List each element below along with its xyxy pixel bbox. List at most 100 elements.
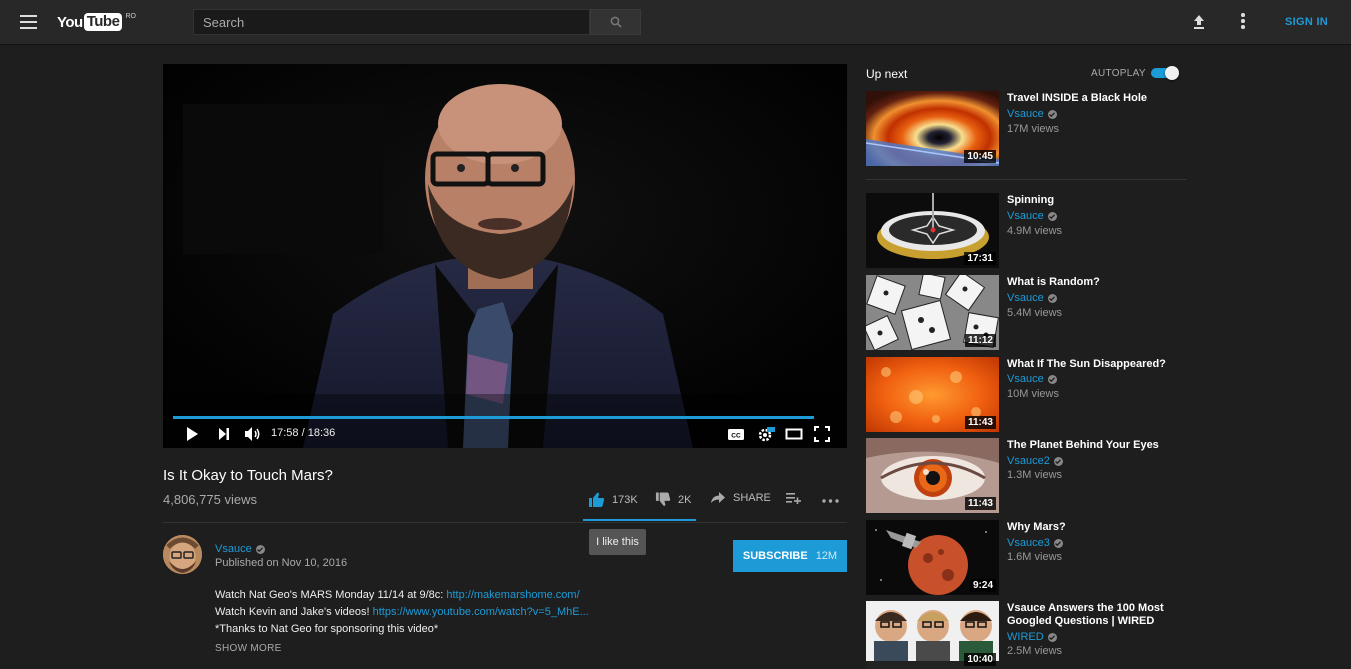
video-duration: 18:36	[307, 427, 336, 439]
channel-name: Vsauce	[215, 543, 252, 555]
recommended-views: 17M views	[1007, 123, 1059, 135]
search-input[interactable]: Search	[193, 9, 590, 35]
more-actions-icon[interactable]	[822, 499, 839, 503]
recommended-video[interactable]: 9:24 Why Mars? Vsauce3 1.6M views	[866, 520, 1187, 596]
up-next-heading: Up next	[866, 67, 908, 81]
recommended-channel[interactable]: Vsauce3	[1007, 537, 1063, 549]
thumbs-up-icon	[589, 492, 605, 507]
like-tooltip: I like this	[589, 529, 646, 555]
playlist-add-icon	[786, 493, 801, 504]
like-count: 173K	[612, 493, 638, 506]
video-frame	[163, 64, 847, 448]
video-player[interactable]: 17:58 / 18:36 CC	[163, 64, 847, 448]
recommended-views: 5.4M views	[1007, 307, 1063, 319]
description-link-2[interactable]: https://www.youtube.com/watch?v=5_MhE...	[373, 606, 589, 618]
video-duration-badge: 10:40	[964, 653, 996, 666]
recommended-title[interactable]: Travel INSIDE a Black Hole	[1007, 92, 1187, 105]
channel-name-link[interactable]: Vsauce	[215, 543, 265, 555]
description-line-1: Watch Nat Geo's MARS Monday 11/14 at 9/8…	[215, 589, 580, 601]
video-thumbnail[interactable]: 11:43	[866, 357, 999, 432]
volume-icon[interactable]	[244, 426, 262, 442]
show-more-button[interactable]: SHOW MORE	[215, 643, 282, 654]
recommended-video[interactable]: 17:31 Spinning Vsauce 4.9M views	[866, 193, 1187, 269]
captions-icon[interactable]: CC	[727, 426, 745, 442]
description-line-2: Watch Kevin and Jake's videos! https://w…	[215, 606, 589, 618]
guide-menu-icon[interactable]	[20, 15, 37, 29]
video-thumbnail[interactable]: 17:31	[866, 193, 999, 268]
verified-icon	[1053, 538, 1063, 548]
upload-icon	[1194, 15, 1204, 29]
video-duration-badge: 11:43	[964, 497, 996, 510]
more-options-icon[interactable]	[1238, 13, 1248, 31]
recommended-channel[interactable]: Vsauce	[1007, 108, 1057, 120]
publish-date: Published on Nov 10, 2016	[215, 557, 348, 569]
description-line-3: *Thanks to Nat Geo for sponsoring this v…	[215, 623, 439, 635]
current-time: 17:58	[271, 427, 299, 439]
subscriber-count: 12M	[815, 550, 838, 562]
upload-button[interactable]	[1190, 13, 1208, 31]
verified-icon	[255, 544, 265, 554]
logo-you: You	[57, 13, 83, 31]
recommended-title[interactable]: The Planet Behind Your Eyes	[1007, 439, 1187, 452]
subscribe-button[interactable]: SUBSCRIBE 12M	[733, 540, 847, 572]
channel-avatar[interactable]	[163, 535, 202, 574]
recommended-video[interactable]: 10:45 Travel INSIDE a Black Hole Vsauce …	[866, 91, 1187, 167]
share-button[interactable]: SHARE	[711, 492, 771, 504]
recommended-video[interactable]: 11:43 What If The Sun Disappeared? Vsauc…	[866, 357, 1187, 433]
recommended-channel[interactable]: WIRED	[1007, 631, 1057, 643]
recommended-channel[interactable]: Vsauce2	[1007, 455, 1063, 467]
next-icon[interactable]	[217, 426, 231, 442]
verified-icon	[1047, 293, 1057, 303]
autoplay-label: AUTOPLAY	[1091, 68, 1146, 79]
dislike-count: 2K	[678, 493, 692, 506]
recommended-channel[interactable]: Vsauce	[1007, 292, 1057, 304]
video-thumbnail[interactable]: 11:43	[866, 438, 999, 513]
theater-mode-icon[interactable]	[785, 426, 803, 442]
video-duration-badge: 11:12	[964, 334, 996, 347]
video-thumbnail[interactable]: 9:24	[866, 520, 999, 595]
video-thumbnail[interactable]: 11:12	[866, 275, 999, 350]
recommended-views: 10M views	[1007, 388, 1059, 400]
recommended-channel[interactable]: Vsauce	[1007, 373, 1057, 385]
verified-icon	[1047, 211, 1057, 221]
sign-in-button[interactable]: SIGN IN	[1285, 16, 1328, 28]
recommendations-divider	[866, 179, 1187, 180]
description-text-1: Watch Nat Geo's MARS Monday 11/14 at 9/8…	[215, 589, 447, 601]
recommended-title[interactable]: Spinning	[1007, 194, 1187, 207]
recommended-title[interactable]: What If The Sun Disappeared?	[1007, 358, 1187, 371]
video-title: Is It Okay to Touch Mars?	[163, 467, 333, 484]
divider	[163, 522, 847, 523]
recommended-views: 1.6M views	[1007, 551, 1063, 563]
fullscreen-icon[interactable]	[814, 426, 830, 442]
video-thumbnail[interactable]: 10:40	[866, 601, 999, 669]
autoplay-toggle[interactable]	[1151, 66, 1181, 80]
description-text-2: Watch Kevin and Jake's videos!	[215, 606, 373, 618]
recommended-channel[interactable]: Vsauce	[1007, 210, 1057, 222]
recommended-views: 2.5M views	[1007, 645, 1063, 657]
progress-bar[interactable]	[173, 416, 815, 419]
recommended-video[interactable]: 11:43 The Planet Behind Your Eyes Vsauce…	[866, 438, 1187, 514]
verified-icon	[1047, 374, 1057, 384]
play-icon[interactable]	[185, 426, 199, 442]
recommended-title[interactable]: What is Random?	[1007, 276, 1187, 289]
recommended-title[interactable]: Vsauce Answers the 100 Most Googled Ques…	[1007, 602, 1187, 628]
recommended-video[interactable]: 11:12 What is Random? Vsauce 5.4M views	[866, 275, 1187, 351]
video-duration-badge: 10:45	[964, 150, 996, 163]
recommended-views: 1.3M views	[1007, 469, 1063, 481]
share-label: SHARE	[733, 492, 771, 504]
youtube-logo[interactable]: You Tube RO	[57, 12, 136, 32]
add-to-playlist-button[interactable]	[786, 492, 801, 504]
verified-icon	[1047, 109, 1057, 119]
verified-icon	[1047, 632, 1057, 642]
recommended-title[interactable]: Why Mars?	[1007, 521, 1187, 534]
description-link-1[interactable]: http://makemarshome.com/	[446, 589, 579, 601]
settings-icon[interactable]	[757, 426, 775, 442]
logo-tube: Tube	[83, 13, 123, 31]
search-button[interactable]	[590, 9, 641, 35]
recommended-video[interactable]: 10:40 Vsauce Answers the 100 Most Google…	[866, 601, 1187, 669]
subscribe-label: SUBSCRIBE	[742, 550, 808, 562]
masthead: You Tube RO Search SIGN IN	[0, 0, 1351, 45]
video-thumbnail[interactable]: 10:45	[866, 91, 999, 166]
like-button[interactable]: 173K	[588, 492, 638, 507]
dislike-button[interactable]: 2K	[655, 492, 691, 507]
